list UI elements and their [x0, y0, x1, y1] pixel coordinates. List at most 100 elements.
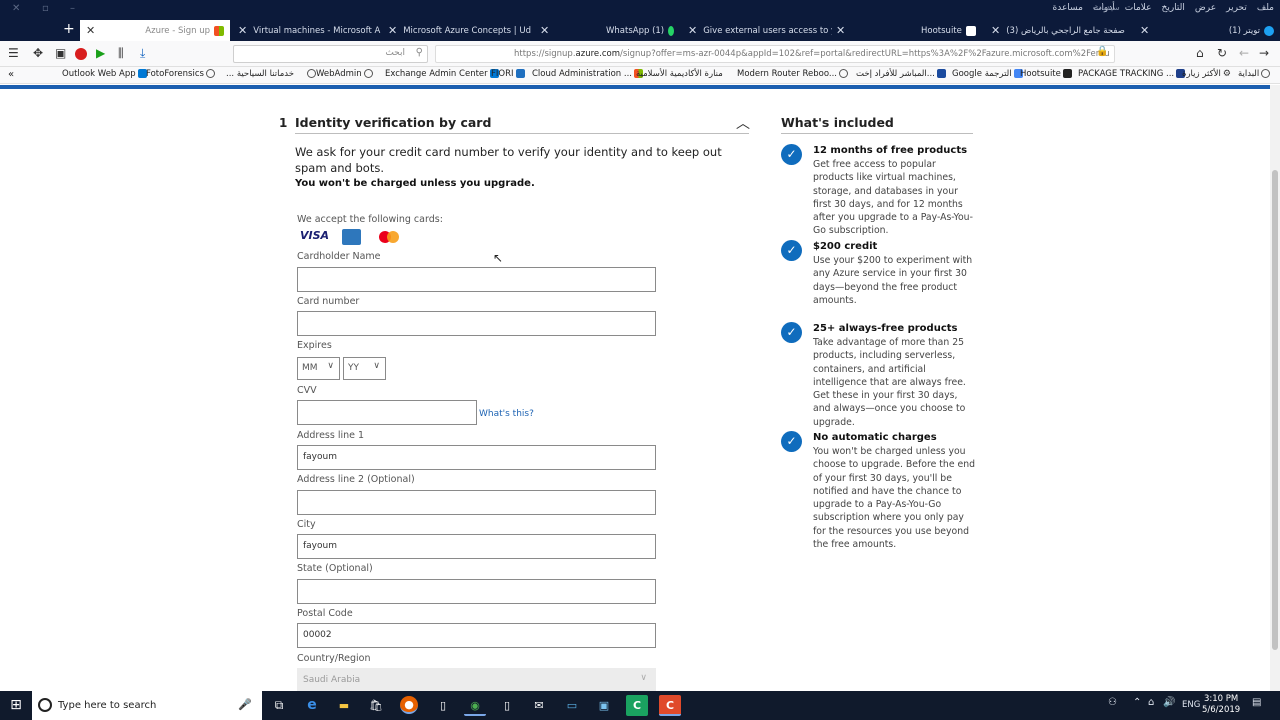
system-clock[interactable]: 3:10 PM 5/6/2019 [1202, 694, 1240, 716]
bookmark-router[interactable]: Modern Router Reboo... [737, 69, 848, 79]
windows-start-icon[interactable]: ⊞ [0, 691, 32, 720]
address-line1-input[interactable]: fayoum [297, 445, 656, 470]
bookmark-banking[interactable]: المباشر للأفراد إخت... [856, 69, 946, 79]
page-scrollbar[interactable] [1270, 85, 1280, 691]
tab-twitter[interactable]: ✕ (1) تويتر [1134, 20, 1280, 41]
language-indicator[interactable]: ENG [1182, 700, 1200, 710]
volume-icon[interactable]: 🔊 [1163, 697, 1175, 708]
firefox-icon[interactable]: ● [400, 696, 418, 714]
collapse-chevron-icon[interactable]: ︿ [736, 113, 750, 133]
minimize-window-icon[interactable]: – [70, 3, 75, 14]
file-explorer-icon[interactable]: ▬ [333, 695, 355, 716]
expiry-month-select[interactable]: MM ∨ [297, 357, 340, 380]
bookmark-academy[interactable]: منارة الأكاديمية الأسلامية [636, 69, 723, 79]
mouse-cursor-icon: ↖ [493, 251, 504, 265]
edge-icon[interactable]: e [301, 695, 323, 716]
remote-desktop-icon[interactable]: ▭ [561, 695, 583, 716]
menu-item-history[interactable]: التاريخ [1162, 3, 1185, 13]
home-icon[interactable]: ⌂ [1196, 46, 1204, 60]
sidebar-icon[interactable]: ▣ [55, 46, 66, 60]
mail-icon[interactable]: ✉ [528, 695, 550, 716]
step-number: 1 [279, 116, 288, 130]
play-icon[interactable]: ▶ [96, 46, 105, 60]
state-input[interactable] [297, 579, 656, 604]
microphone-icon[interactable]: 🎤 [238, 698, 252, 711]
city-input[interactable]: fayoum [297, 534, 656, 559]
visa-logo: VISA [300, 229, 330, 242]
close-tab-icon[interactable]: ✕ [991, 24, 1000, 37]
twitter-icon [1264, 25, 1274, 36]
back-icon[interactable]: → [1259, 46, 1269, 60]
menu-item-view[interactable]: عرض [1195, 3, 1216, 13]
tab-facebook-page[interactable]: ✕ (3) صفحة جامع الراجحي بالرياض [985, 20, 1130, 41]
tab-whatsapp[interactable]: WhatsApp (1) [600, 20, 680, 41]
bookmarks-overflow-icon[interactable]: « [8, 69, 14, 80]
menu-item-help[interactable]: مساعدة [1053, 3, 1083, 13]
hamburger-menu-icon[interactable]: ☰ [8, 46, 19, 60]
cardholder-name-input[interactable] [297, 267, 656, 292]
close-tab-icon[interactable]: ✕ [86, 24, 95, 37]
reload-icon[interactable]: ↻ [1217, 46, 1227, 60]
scrollbar-thumb[interactable] [1272, 170, 1278, 650]
bookmark-webadmin[interactable]: WebAdmin [305, 69, 373, 79]
extension-icon[interactable]: ✥ [33, 46, 43, 60]
close-window-icon[interactable]: ✕ [12, 3, 20, 14]
bookmark-hootsuite[interactable]: Hootsuite [1020, 69, 1072, 79]
expiry-year-select[interactable]: YY ∨ [343, 357, 386, 380]
teams-icon[interactable]: ▣ [593, 695, 615, 716]
bookmark-most-visited[interactable]: الأكثر زيارة ⚙ [1182, 69, 1232, 79]
bookmark-outlook[interactable]: Outlook Web App [62, 69, 147, 79]
address-line2-input[interactable] [297, 490, 656, 515]
record-icon[interactable] [75, 48, 87, 60]
tab-hootsuite[interactable]: Hootsuite [915, 20, 985, 41]
cvv-help-link[interactable]: What's this? [479, 409, 534, 419]
camtasia-green-icon[interactable]: C [626, 695, 648, 716]
country-select[interactable]: Saudi Arabia ∨ [297, 668, 656, 691]
url-bar[interactable]: https://signup.azure.com/signup?offer=ms… [435, 45, 1115, 63]
download-icon[interactable]: ⤓ [140, 46, 145, 61]
store-icon[interactable]: 🛍 [365, 695, 387, 716]
search-input[interactable]: ابحث ⚲ [233, 45, 428, 63]
document-icon[interactable]: ▯ [432, 695, 454, 716]
bookmark-cloud-admin[interactable]: Cloud Administration ... [532, 69, 643, 79]
forward-icon[interactable]: ← [1239, 46, 1249, 60]
menu-item-edit[interactable]: تحرير [1226, 3, 1247, 13]
chevron-down-icon: ∨ [640, 673, 647, 683]
people-icon[interactable]: ⚇ [1108, 697, 1117, 708]
close-tab-icon[interactable]: ✕ [836, 24, 845, 37]
library-icon[interactable]: ⫼ [118, 46, 124, 61]
close-tab-icon[interactable]: ✕ [388, 24, 397, 37]
bookmark-package-tracking[interactable]: PACKAGE TRACKING ... [1078, 69, 1186, 79]
menu-item-file[interactable]: ملف [1257, 3, 1274, 13]
camtasia-recorder-icon[interactable]: C [659, 695, 681, 716]
notepad-icon[interactable]: ▯ [496, 695, 518, 716]
network-icon[interactable]: ⌂ [1148, 697, 1154, 708]
cvv-input[interactable] [297, 400, 477, 425]
bookmark-home[interactable]: البداية [1238, 69, 1271, 79]
chrome-icon[interactable]: ◉ [464, 695, 486, 716]
bookmark-fotoforensics[interactable]: FotoForensics [146, 69, 215, 79]
card-number-input[interactable] [297, 311, 656, 336]
bookmark-fiori[interactable]: FIORI [491, 69, 525, 79]
taskbar-search-input[interactable]: Type here to search 🎤 [32, 691, 262, 720]
menu-item-bookmarks[interactable]: علامات [1125, 3, 1152, 13]
whats-included-title: What's included [781, 115, 894, 130]
new-tab-icon[interactable]: + [63, 21, 75, 37]
lock-icon[interactable]: 🔒 [1096, 46, 1108, 57]
task-view-icon[interactable]: ⧉ [268, 695, 290, 716]
bookmark-google-translate[interactable]: Google الترجمة [952, 69, 1023, 79]
close-tab-icon[interactable]: ✕ [238, 24, 247, 37]
tab-azure-signup[interactable]: ✕ Azure - Sign up [80, 20, 230, 41]
tab-azure-concepts[interactable]: ✕ Microsoft Azure Concepts | Ud [382, 20, 532, 41]
postal-code-input[interactable]: 00002 [297, 623, 656, 648]
tray-chevron-up-icon[interactable]: ⌃ [1133, 697, 1141, 708]
bookmark-tourism[interactable]: ... خدماتنا السياحية [226, 69, 294, 79]
bookmark-exchange[interactable]: Exchange Admin Center [385, 69, 499, 79]
tab-external-users[interactable]: ✕ Give external users access to y [682, 20, 832, 41]
close-tab-icon[interactable]: ✕ [540, 24, 549, 37]
close-tab-icon[interactable]: ✕ [1140, 24, 1149, 37]
close-tab-icon[interactable]: ✕ [688, 24, 697, 37]
restore-window-icon[interactable]: ▫ [42, 3, 49, 14]
action-center-icon[interactable]: ▤ [1252, 697, 1261, 708]
tab-virtual-machines[interactable]: ✕ Virtual machines - Microsoft A [232, 20, 382, 41]
